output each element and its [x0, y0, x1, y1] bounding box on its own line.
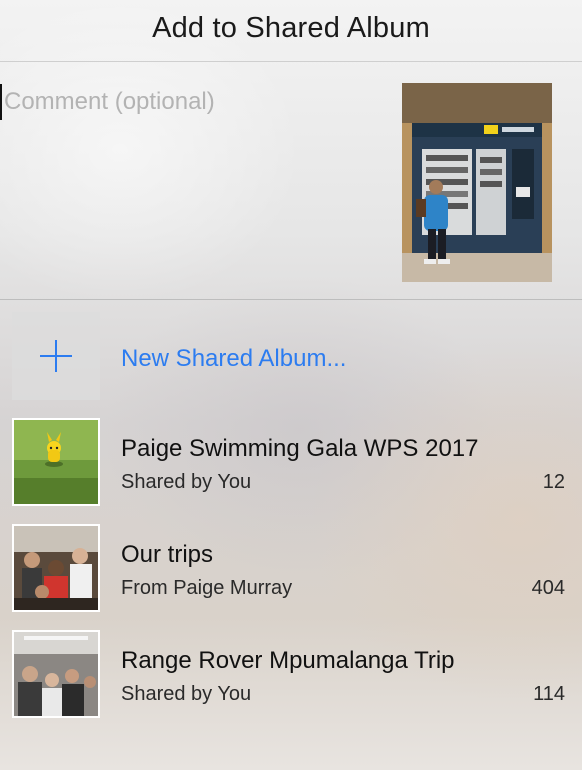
album-owner: Shared by You	[121, 471, 252, 493]
album-title: Our trips	[121, 541, 214, 568]
new-album-thumb	[12, 312, 100, 400]
album-photo-count: 12	[542, 471, 565, 493]
album-photo-count: 404	[531, 577, 565, 599]
album-row[interactable]: Range Rover Mpumalanga Trip Shared by Yo…	[0, 630, 582, 722]
plus-icon	[40, 340, 72, 372]
album-thumb	[12, 524, 100, 612]
comment-area	[0, 62, 582, 300]
album-title: Paige Swimming Gala WPS 2017	[121, 435, 479, 462]
album-row[interactable]: Paige Swimming Gala WPS 2017 Shared by Y…	[0, 418, 582, 510]
album-photo-count: 114	[533, 683, 565, 705]
sheet-title: Add to Shared Album	[152, 12, 430, 44]
album-cover-image	[14, 632, 98, 716]
photo-preview-image	[402, 83, 552, 282]
photo-preview	[402, 83, 552, 282]
new-shared-album-label[interactable]: New Shared Album...	[121, 345, 346, 373]
album-owner: From Paige Murray	[121, 577, 293, 599]
album-cover-image	[14, 420, 98, 504]
album-thumb	[12, 630, 100, 718]
comment-input[interactable]	[0, 84, 380, 120]
album-thumb	[12, 418, 100, 506]
album-row[interactable]: Our trips From Paige Murray 404	[0, 524, 582, 616]
album-owner: Shared by You	[121, 683, 252, 705]
album-cover-image	[14, 526, 98, 610]
new-shared-album-row[interactable]: New Shared Album...	[0, 312, 582, 404]
album-title: Range Rover Mpumalanga Trip	[121, 647, 455, 674]
sheet-header: Add to Shared Album	[0, 0, 582, 62]
